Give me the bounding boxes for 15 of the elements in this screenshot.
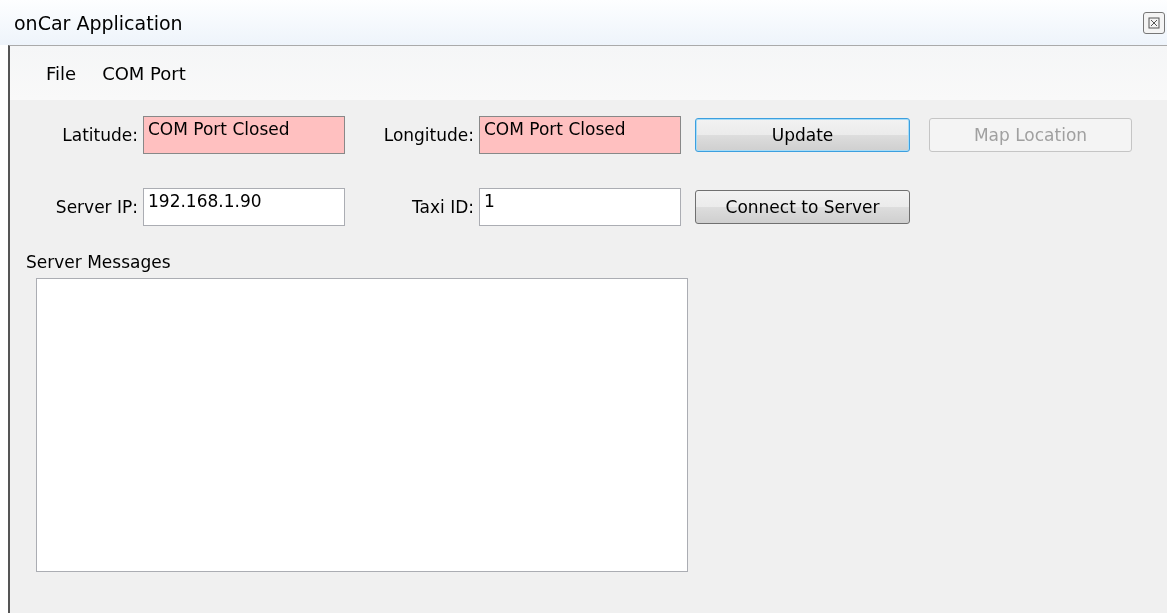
menu-item[interactable]: COM Port	[92, 58, 196, 88]
text-field[interactable]: COM Port Closed	[479, 116, 681, 154]
field-label: Longitude:	[383, 125, 474, 145]
text-field[interactable]: 1	[479, 188, 681, 226]
action-button[interactable]: Update	[695, 118, 910, 152]
window-title: onCar Application	[14, 11, 183, 34]
menu-item[interactable]: File	[36, 58, 87, 88]
text-field[interactable]: 192.168.1.90	[143, 188, 345, 226]
messages-label: Server Messages	[26, 252, 172, 272]
field-label: Taxi ID:	[412, 197, 474, 217]
text-field[interactable]: COM Port Closed	[143, 116, 345, 154]
action-button[interactable]: Connect to Server	[695, 190, 910, 224]
close-icon[interactable]	[1143, 11, 1165, 34]
field-label: Server IP:	[55, 197, 138, 217]
field-label: Latitude:	[62, 125, 138, 145]
